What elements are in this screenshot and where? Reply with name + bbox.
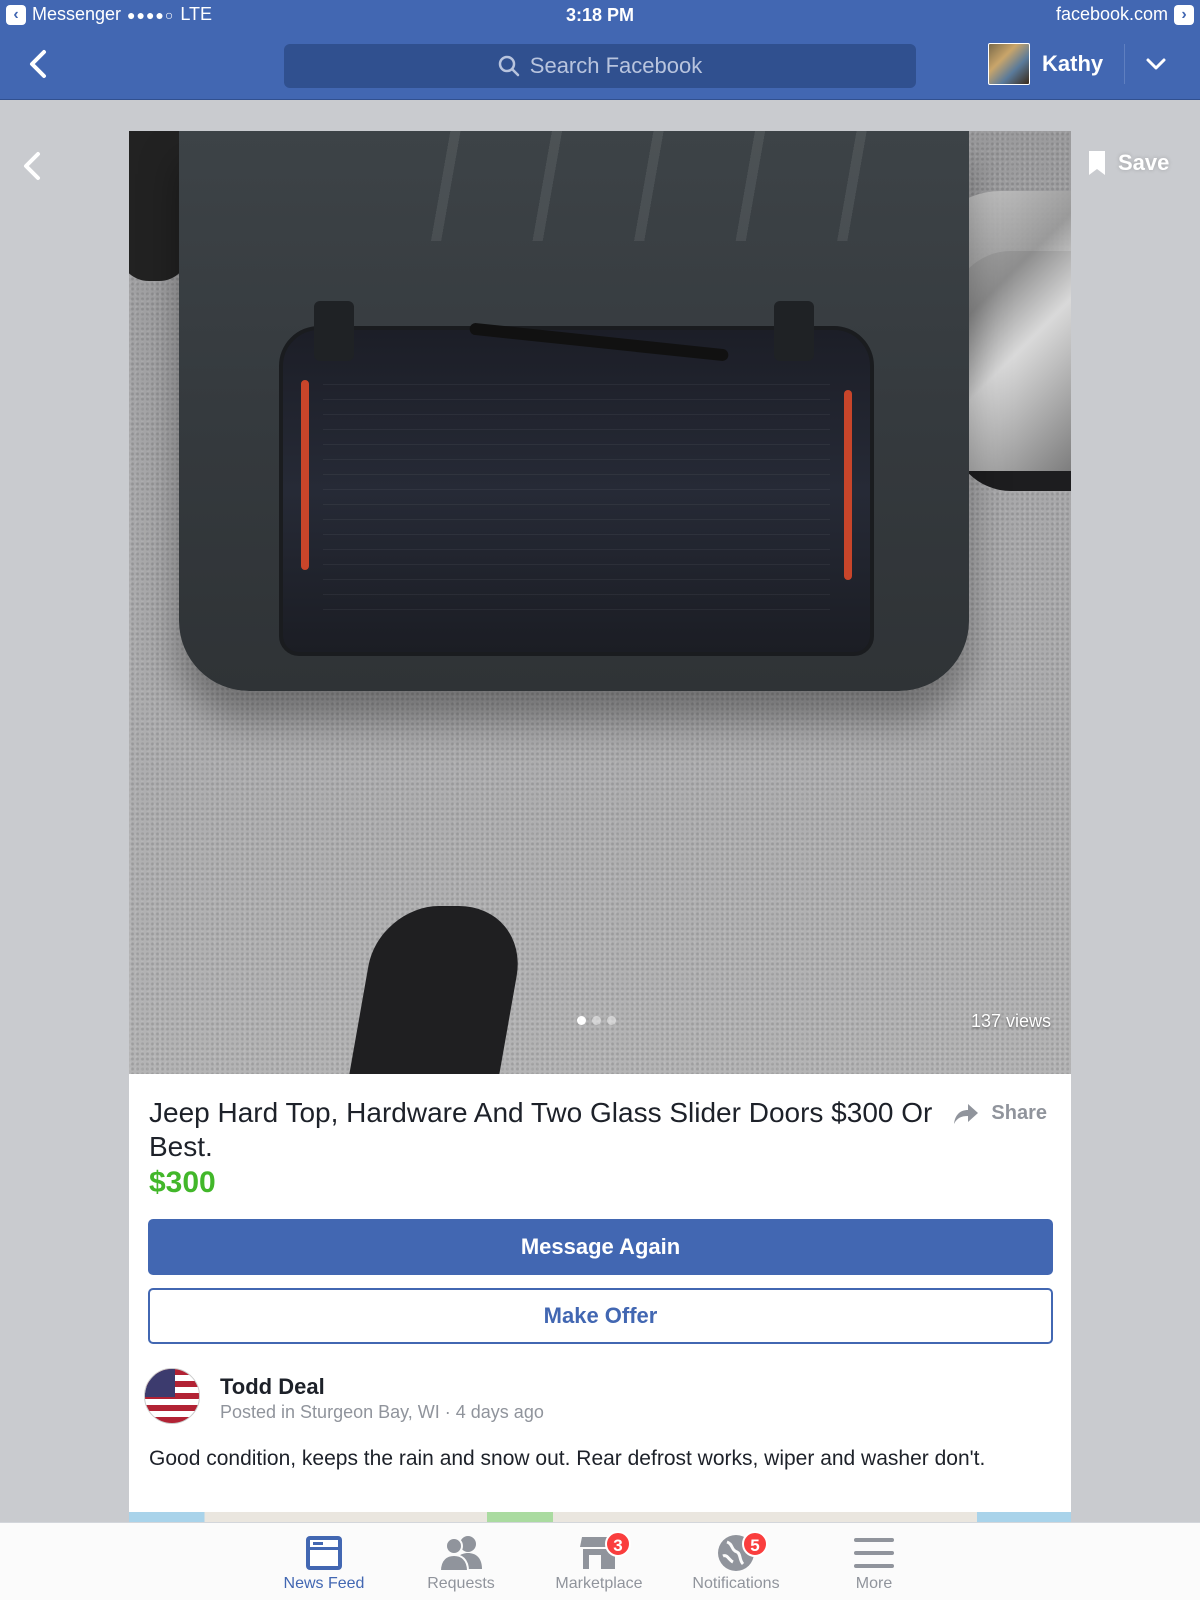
search-input[interactable]: Search Facebook bbox=[284, 44, 916, 88]
seller-meta: Posted in Sturgeon Bay, WI · 4 days ago bbox=[220, 1402, 544, 1422]
user-name: Kathy bbox=[1042, 51, 1104, 76]
save-label: Save bbox=[1118, 150, 1170, 175]
tab-news-feed[interactable]: News Feed bbox=[264, 1531, 384, 1593]
hinge-right bbox=[774, 301, 814, 361]
share-arrow-icon bbox=[954, 1103, 979, 1124]
top-nav-bar: Search Facebook Kathy bbox=[0, 30, 1200, 100]
reflector-right bbox=[844, 390, 852, 580]
status-back-to-app[interactable]: ‹ Messenger ●●●●○ LTE bbox=[6, 4, 212, 25]
message-again-button[interactable]: Message Again bbox=[148, 1219, 1053, 1275]
pager-dot[interactable] bbox=[607, 1016, 616, 1025]
seller-name[interactable]: Todd Deal bbox=[220, 1374, 325, 1400]
seller-avatar[interactable] bbox=[144, 1368, 200, 1424]
tab-label: Requests bbox=[427, 1575, 495, 1592]
pager-dot[interactable] bbox=[577, 1016, 586, 1025]
tab-label: Marketplace bbox=[555, 1575, 643, 1592]
make-offer-button[interactable]: Make Offer bbox=[148, 1288, 1053, 1344]
photographer-shadow bbox=[349, 906, 529, 1074]
listing-description: Good condition, keeps the rain and snow … bbox=[149, 1447, 986, 1470]
network-type: LTE bbox=[180, 4, 213, 24]
share-label: Share bbox=[991, 1102, 1047, 1124]
notifications-badge: 5 bbox=[742, 1531, 768, 1557]
jeep-hardtop-image bbox=[179, 131, 969, 691]
news-feed-icon bbox=[306, 1536, 342, 1570]
location-map[interactable] bbox=[129, 1512, 1071, 1522]
back-arrow-icon[interactable] bbox=[22, 46, 58, 82]
search-placeholder: Search Facebook bbox=[529, 53, 703, 78]
share-button[interactable]: Share bbox=[953, 1102, 1047, 1125]
listing-title: Jeep Hard Top, Hardware And Two Glass Sl… bbox=[149, 1097, 933, 1162]
back-app-label: Messenger bbox=[32, 4, 122, 24]
profile-link[interactable]: Kathy bbox=[988, 43, 1103, 85]
tab-label: More bbox=[855, 1575, 893, 1592]
view-count: 137 views bbox=[970, 1011, 1051, 1031]
defrost-lines bbox=[323, 370, 830, 612]
status-bar: ‹ Messenger ●●●●○ LTE 3:18 PM facebook.c… bbox=[0, 0, 1200, 30]
hinge-left bbox=[314, 301, 354, 361]
save-button[interactable]: Save bbox=[1088, 150, 1169, 176]
search-icon bbox=[498, 55, 520, 77]
chevron-down-icon[interactable] bbox=[1144, 52, 1168, 76]
reflector-left bbox=[301, 380, 309, 570]
bottom-tab-bar: News Feed Requests 3 Marketplace 5 Notif… bbox=[0, 1522, 1200, 1600]
listing-details: Jeep Hard Top, Hardware And Two Glass Sl… bbox=[129, 1074, 1071, 1522]
photo-pager[interactable] bbox=[577, 1016, 616, 1025]
pager-dot[interactable] bbox=[592, 1016, 601, 1025]
avatar bbox=[988, 43, 1030, 85]
tab-requests[interactable]: Requests bbox=[401, 1531, 521, 1593]
listing-price: $300 bbox=[149, 1166, 216, 1199]
tab-notifications[interactable]: 5 Notifications bbox=[676, 1531, 796, 1593]
nav-divider bbox=[1124, 44, 1125, 84]
status-site-link[interactable]: facebook.com › bbox=[1056, 4, 1194, 25]
tab-marketplace[interactable]: 3 Marketplace bbox=[539, 1531, 659, 1593]
rear-glass bbox=[279, 326, 874, 656]
close-listing-back-icon[interactable] bbox=[18, 148, 48, 184]
tab-label: Notifications bbox=[692, 1575, 780, 1592]
listing-photo[interactable]: 137 views bbox=[129, 131, 1071, 1074]
forward-icon: › bbox=[1174, 4, 1194, 25]
tab-more[interactable]: More bbox=[814, 1531, 934, 1593]
flag-canton bbox=[145, 1369, 175, 1397]
tab-label: News Feed bbox=[283, 1575, 365, 1592]
marketplace-badge: 3 bbox=[605, 1531, 631, 1557]
menu-icon bbox=[854, 1538, 894, 1568]
friend-requests-icon bbox=[438, 1536, 482, 1572]
hardtop-roof-ribs bbox=[359, 131, 879, 241]
site-label: facebook.com bbox=[1055, 4, 1168, 24]
back-to-app-icon: ‹ bbox=[6, 4, 26, 25]
bookmark-icon bbox=[1089, 151, 1105, 175]
signal-strength: ●●●●○ bbox=[127, 6, 175, 23]
